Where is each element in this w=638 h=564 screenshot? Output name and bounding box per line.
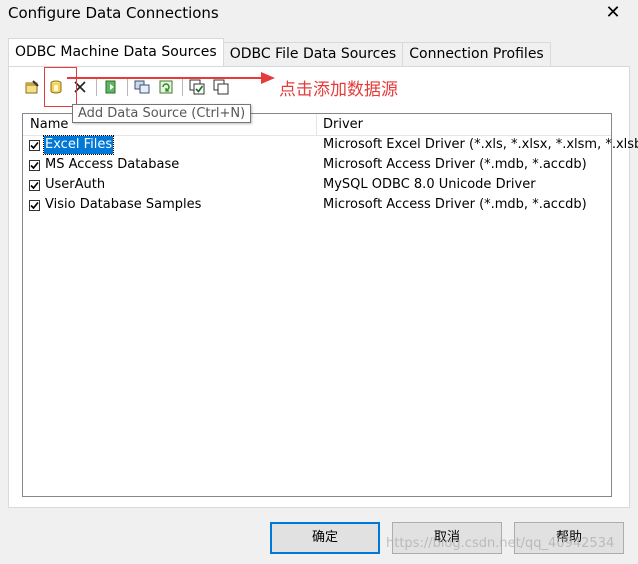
list-item[interactable]: Excel Files Microsoft Excel Driver (*.xl… [23, 135, 638, 156]
checkmark-icon [30, 201, 39, 210]
tab-strip: ODBC Machine Data Sources ODBC File Data… [8, 38, 551, 66]
row-name[interactable]: UserAuth [44, 176, 106, 194]
row-name[interactable]: MS Access Database [44, 156, 180, 174]
list-item[interactable]: UserAuth MySQL ODBC 8.0 Unicode Driver [23, 176, 611, 196]
row-driver: Microsoft Access Driver (*.mdb, *.accdb) [323, 197, 587, 212]
row-driver: MySQL ODBC 8.0 Unicode Driver [323, 177, 536, 192]
close-icon: ✕ [605, 2, 621, 23]
column-header-name[interactable]: Name [30, 114, 68, 136]
edit-data-source-button[interactable] [21, 76, 43, 98]
list-item[interactable]: Visio Database Samples Microsoft Access … [23, 196, 611, 216]
row-checkbox[interactable] [29, 200, 40, 211]
add-data-source-tooltip: Add Data Source (Ctrl+N) [72, 104, 252, 123]
cancel-button[interactable]: 取消 [392, 522, 502, 554]
close-button[interactable]: ✕ [600, 2, 626, 24]
data-source-list[interactable]: Name Driver Excel Files Microsoft Excel … [22, 113, 638, 497]
row-checkbox[interactable] [29, 140, 40, 151]
window-title: Configure Data Connections [8, 4, 219, 22]
edit-data-source-icon [25, 80, 39, 94]
row-driver: Microsoft Excel Driver (*.xls, *.xlsx, *… [323, 137, 638, 152]
tab-connection-profiles[interactable]: Connection Profiles [402, 42, 551, 66]
column-divider[interactable] [316, 114, 317, 136]
annotation-arrow-icon [67, 72, 275, 84]
row-name[interactable]: Excel Files [42, 135, 115, 155]
ok-button[interactable]: 确定 [270, 522, 380, 554]
tab-odbc-machine-data-sources[interactable]: ODBC Machine Data Sources [8, 38, 224, 66]
row-driver: Microsoft Access Driver (*.mdb, *.accdb) [323, 157, 587, 172]
column-header-driver[interactable]: Driver [323, 114, 363, 136]
help-button[interactable]: 帮助 [514, 522, 624, 554]
annotation-text: 点击添加数据源 [279, 80, 398, 100]
tab-odbc-file-data-sources[interactable]: ODBC File Data Sources [222, 42, 404, 66]
row-checkbox[interactable] [29, 160, 40, 171]
list-item[interactable]: MS Access Database Microsoft Access Driv… [23, 156, 611, 176]
checkmark-icon [30, 181, 39, 190]
tab-panel: 点击添加数据源 Add Data Source (Ctrl+N) Name Dr… [8, 66, 638, 508]
checkmark-icon [30, 161, 39, 170]
row-name[interactable]: Visio Database Samples [44, 196, 202, 214]
checkmark-icon [30, 141, 39, 150]
row-checkbox[interactable] [29, 180, 40, 191]
